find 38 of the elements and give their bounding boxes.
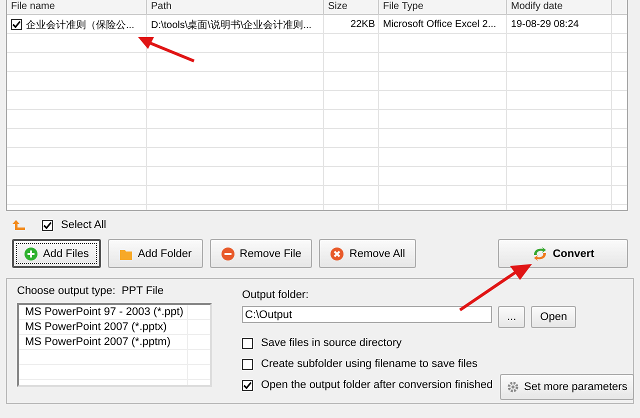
toolbar-button[interactable]: Add Files: [12, 239, 101, 268]
more-parameters-button[interactable]: Set more parameters: [500, 374, 634, 400]
open-button[interactable]: Open: [531, 306, 576, 328]
output-folder-field[interactable]: C:\Output: [242, 306, 492, 323]
list-item[interactable]: MS PowerPoint 97 - 2003 (*.ppt): [19, 305, 185, 320]
column-header[interactable]: Path: [147, 0, 172, 14]
option-label[interactable]: Open the output folder after conversion finished: [261, 379, 493, 391]
file-name-cell-text: 企业会计准则（保险公...: [26, 18, 134, 32]
gear-icon: [507, 381, 519, 393]
column-header[interactable]: Size: [324, 0, 348, 14]
option-label[interactable]: Save files in source directory: [261, 337, 402, 349]
modify-date-cell: 19-08-29 08:24: [511, 19, 579, 30]
option-label[interactable]: Create subfolder using filename to save files: [261, 358, 478, 370]
browse-button[interactable]: ...: [498, 306, 526, 328]
path-cell-text: D:\tools\桌面\说明书\企业会计准则...: [151, 18, 312, 32]
toolbar-button[interactable]: Remove All: [319, 239, 416, 268]
select-all-checkbox[interactable]: [42, 220, 53, 230]
toolbar-button[interactable]: Remove File: [210, 239, 312, 268]
convert-button[interactable]: Convert: [498, 239, 628, 268]
output-type-label: Choose output type: PPT File: [17, 285, 164, 297]
option-checkbox[interactable]: [242, 380, 253, 390]
size-cell: 22KB: [350, 19, 375, 30]
minus-icon: [220, 246, 235, 260]
file-type-cell: Microsoft Office Excel 2...: [383, 19, 496, 30]
output-folder-label: Output folder:: [242, 289, 309, 301]
list-item[interactable]: MS PowerPoint 2007 (*.pptx): [19, 320, 185, 335]
close-icon: [330, 246, 344, 260]
select-all-label[interactable]: Select All: [61, 219, 106, 231]
convert-arrows-icon: [532, 246, 548, 262]
list-item[interactable]: MS PowerPoint 2007 (*.pptm): [19, 335, 185, 350]
column-header[interactable]: File Type: [379, 0, 424, 14]
plus-icon: [24, 246, 38, 260]
option-checkbox[interactable]: [242, 338, 253, 348]
column-header[interactable]: File name: [7, 0, 55, 14]
column-header[interactable]: Modify date: [507, 0, 563, 14]
option-checkbox[interactable]: [242, 358, 253, 370]
toolbar-button[interactable]: Add Folder: [108, 239, 203, 268]
row-checkbox[interactable]: [11, 19, 22, 30]
